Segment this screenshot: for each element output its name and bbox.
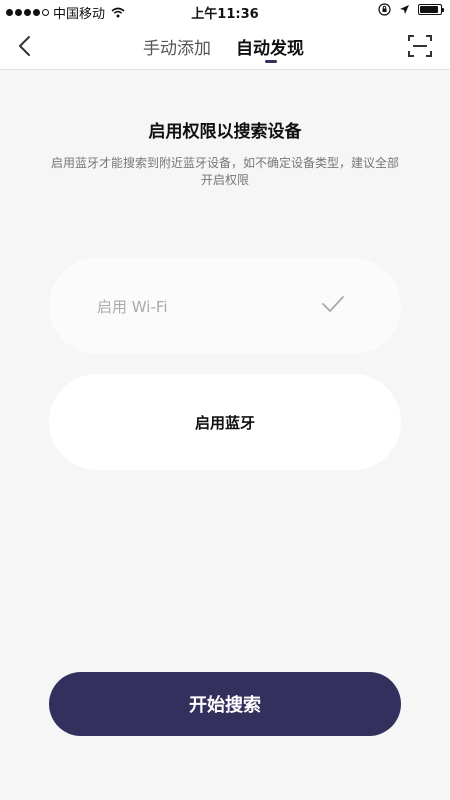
tab-auto-discover[interactable]: 自动发现 (236, 34, 304, 59)
rotation-lock-icon (378, 3, 391, 16)
nav-bar: 手动添加 自动发现 (0, 22, 450, 70)
location-icon (400, 5, 409, 14)
status-bar: 中国移动 上午11:36 (0, 0, 450, 22)
active-tab-indicator (265, 60, 277, 63)
tab-bar: 手动添加 自动发现 (0, 22, 450, 70)
checkmark-icon (322, 296, 344, 312)
tab-manual-add[interactable]: 手动添加 (143, 34, 211, 59)
page-title: 启用权限以搜索设备 (148, 122, 302, 142)
enable-wifi-label: 启用 Wi-Fi (97, 298, 168, 316)
scan-icon (408, 35, 432, 57)
enable-bluetooth-button[interactable]: 启用蓝牙 (49, 374, 401, 470)
status-right (378, 3, 444, 16)
battery-icon (418, 4, 444, 15)
enable-wifi-button[interactable]: 启用 Wi-Fi (49, 258, 401, 354)
page-subtitle: 启用蓝牙才能搜索到附近蓝牙设备，如不确定设备类型，建议全部开启权限 (50, 156, 399, 187)
enable-bluetooth-label: 启用蓝牙 (194, 414, 255, 432)
battery-level (420, 6, 438, 13)
scan-button[interactable] (406, 32, 434, 60)
start-search-button[interactable]: 开始搜索 (49, 672, 401, 736)
